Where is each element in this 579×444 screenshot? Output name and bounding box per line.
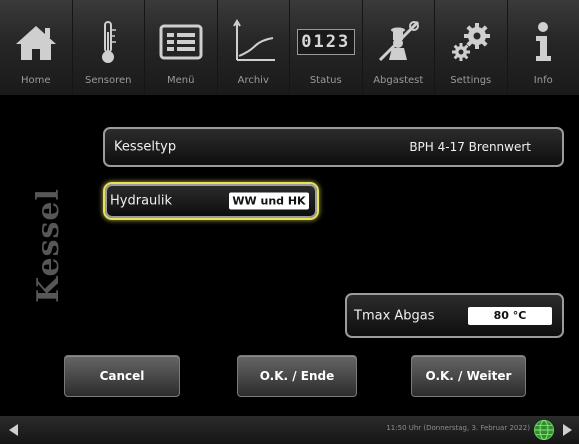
side-title: Kessel: [30, 165, 66, 325]
cancel-button-label: Cancel: [99, 369, 145, 383]
status-counter-digits: 0123: [301, 32, 351, 52]
arrow-right-icon[interactable]: [563, 424, 572, 436]
side-title-text: Kessel: [30, 187, 66, 303]
nav-info-label: Info: [533, 75, 553, 86]
arrow-left-icon[interactable]: [9, 424, 18, 436]
hydraulik-label: Hydraulik: [110, 193, 173, 209]
nav-menu-label: Menü: [167, 75, 195, 86]
ok-weiter-button-label: O.K. / Weiter: [425, 369, 512, 383]
nav-status[interactable]: 0123 Status: [290, 0, 363, 95]
chimney-sweep-icon: [379, 20, 420, 62]
nav-abgastest[interactable]: Abgastest: [363, 0, 435, 95]
tmax-abgas-label: Tmax Abgas: [354, 308, 435, 323]
hydraulik-field[interactable]: Hydraulik WW und HK: [105, 184, 317, 218]
nav-archiv[interactable]: Archiv: [218, 0, 290, 95]
kesseltyp-field[interactable]: Kesseltyp BPH 4-17 Brennwert: [103, 127, 564, 167]
kesseltyp-label: Kesseltyp: [114, 139, 177, 155]
nav-menu[interactable]: Menü: [145, 0, 218, 95]
ok-ende-button-label: O.K. / Ende: [259, 369, 335, 383]
tmax-abgas-field[interactable]: Tmax Abgas 80 °C: [345, 293, 564, 338]
nav-home[interactable]: Home: [0, 0, 73, 95]
tmax-abgas-value: 80 °C: [493, 309, 527, 322]
nav-info[interactable]: Info: [508, 0, 579, 95]
cancel-button[interactable]: Cancel: [64, 355, 180, 397]
ok-weiter-button[interactable]: O.K. / Weiter: [411, 355, 526, 397]
hydraulik-value-box[interactable]: WW und HK: [229, 192, 309, 210]
nav-settings-label: Settings: [450, 75, 492, 86]
nav-sensoren-label: Sensoren: [84, 75, 132, 86]
nav-home-label: Home: [20, 75, 51, 86]
gears-icon: [451, 23, 490, 61]
hydraulik-value: WW und HK: [232, 194, 306, 208]
nav-abgastest-label: Abgastest: [373, 75, 424, 86]
nav-settings[interactable]: Settings: [435, 0, 508, 95]
nav-archiv-label: Archiv: [237, 75, 269, 86]
info-icon: [536, 22, 552, 61]
nav-sensoren[interactable]: Sensoren: [73, 0, 145, 95]
status-datetime: 11:50 Uhr (Donnerstag, 3. Februar 2022): [386, 424, 530, 432]
kesseltyp-value: BPH 4-17 Brennwert: [409, 140, 531, 154]
globe-icon[interactable]: [533, 419, 555, 441]
nav-status-label: Status: [309, 75, 342, 86]
ok-ende-button[interactable]: O.K. / Ende: [237, 355, 357, 397]
status-bar: 11:50 Uhr (Donnerstag, 3. Februar 2022): [0, 416, 579, 444]
line-chart-icon: [233, 19, 276, 61]
tmax-abgas-value-box[interactable]: 80 °C: [468, 306, 552, 325]
house-icon: [15, 26, 56, 60]
counter-icon: 0123: [296, 29, 355, 55]
top-navigation-bar: Home Sensoren Menü Archiv 0123 Status Ab…: [0, 0, 579, 95]
menu-list-icon: [159, 24, 203, 60]
thermometer-icon: [102, 21, 117, 63]
